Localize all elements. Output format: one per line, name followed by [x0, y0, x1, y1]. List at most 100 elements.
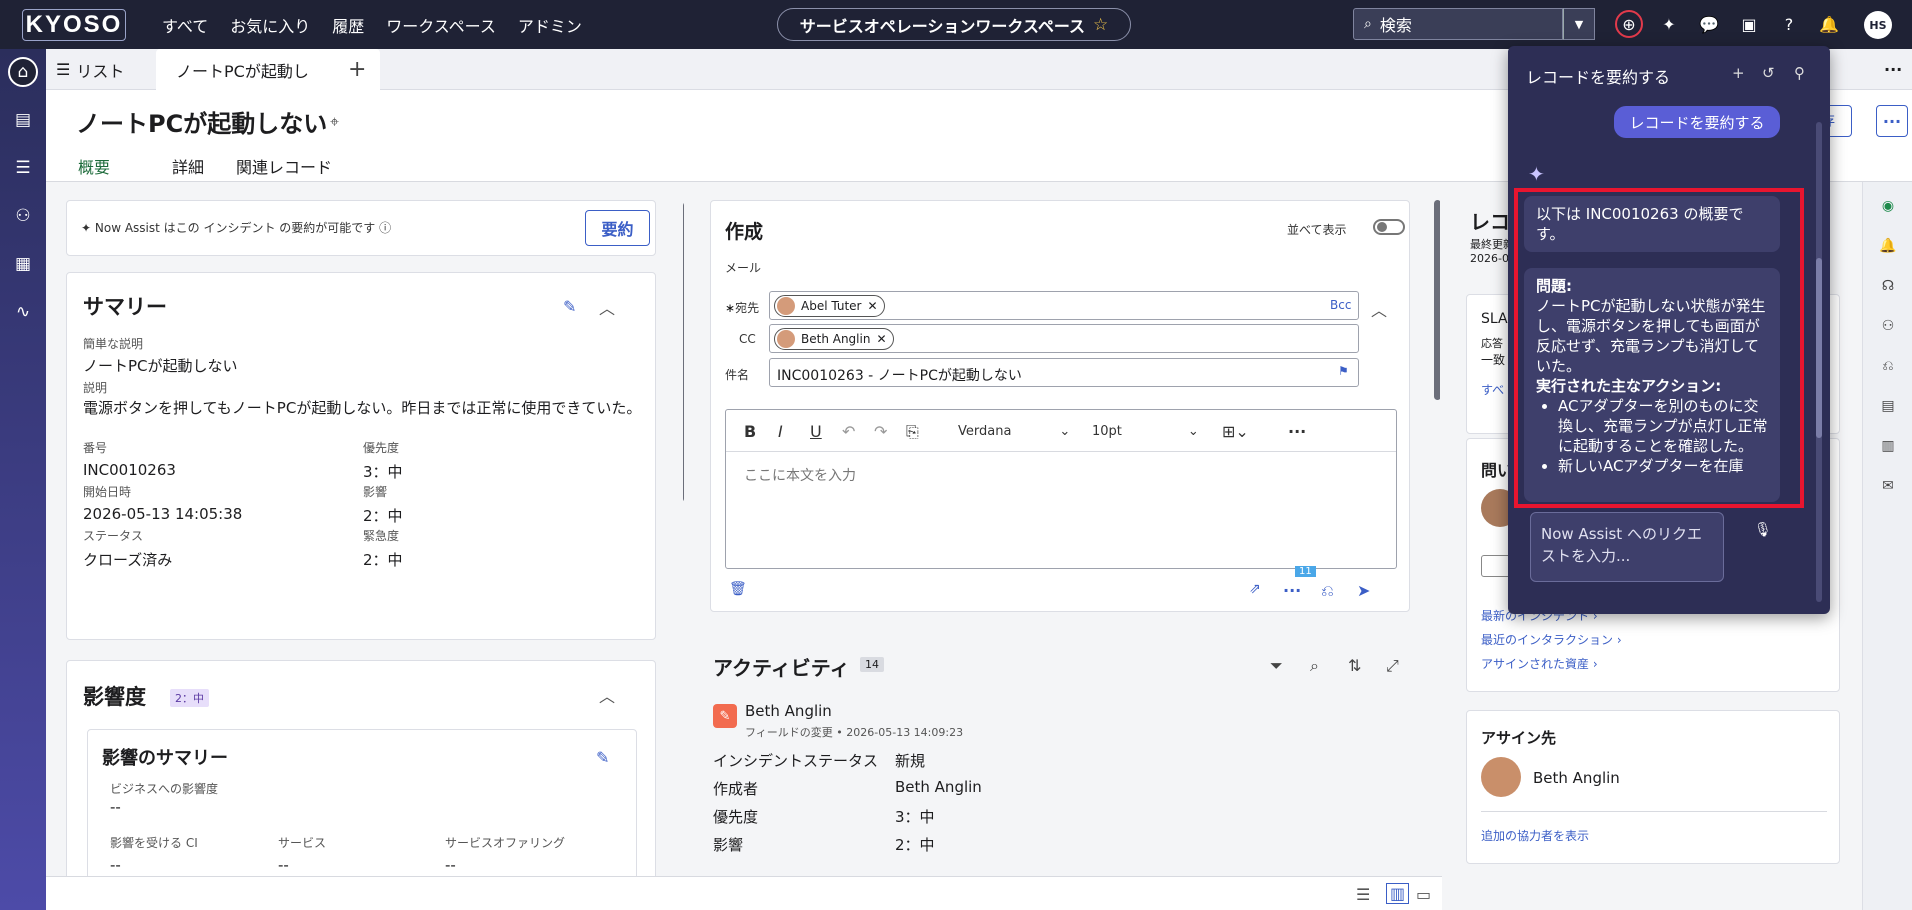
sort-icon[interactable]: ⇅ [1348, 656, 1361, 675]
info-icon[interactable]: ⓘ [379, 221, 391, 235]
panel-scrollbar-thumb[interactable] [1816, 258, 1822, 438]
count-badge: 11 [1295, 566, 1316, 577]
to-chip[interactable]: Abel Tuter ✕ [774, 295, 885, 317]
document-icon[interactable]: ▤ [1878, 396, 1898, 416]
tab-list[interactable]: ☰ リスト [56, 49, 124, 90]
filter-icon[interactable]: ⏷ [1270, 656, 1283, 676]
search-dropdown-button[interactable]: ▼ [1563, 8, 1595, 40]
bold-icon[interactable]: B [744, 422, 756, 441]
tab-related-records[interactable]: 関連レコード [236, 154, 332, 178]
layout-full-icon[interactable]: ▭ [1416, 885, 1431, 904]
left-scrollbar[interactable] [683, 202, 684, 502]
subject-field[interactable]: INC0010263 - ノートPCが起動しない ⚑ [769, 358, 1359, 387]
send-icon[interactable]: ➤ [1357, 581, 1370, 600]
nav-favorites[interactable]: お気に入り [230, 13, 310, 37]
close-icon[interactable]: ✕ [868, 299, 878, 313]
table-icon[interactable]: ⊞⌄ [1222, 422, 1249, 441]
bell-icon[interactable]: 🔔 [1878, 236, 1898, 256]
microphone-icon[interactable]: 🎙 [1754, 522, 1772, 538]
body-placeholder: ここに本文を入力 [744, 468, 856, 484]
search-input[interactable]: ⌕ 検索 [1353, 8, 1563, 40]
help-icon[interactable]: ? [1775, 10, 1803, 38]
collapse-icon[interactable]: ︿ [1371, 297, 1387, 321]
tag-icon[interactable]: ⌖ [330, 112, 339, 132]
italic-icon[interactable]: I [778, 422, 783, 441]
email-editor[interactable]: B I U ↶ ↷ ⎘ Verdana ⌄ 10pt ⌄ ⊞⌄ ··· ここに本文を… [725, 409, 1397, 569]
side-by-side-toggle[interactable] [1373, 219, 1405, 235]
screen-icon[interactable]: ▣ [1735, 10, 1763, 38]
new-chat-icon[interactable]: + [1732, 64, 1745, 82]
collapse-icon[interactable]: ︿ [599, 295, 615, 319]
close-icon[interactable]: ✕ [876, 332, 886, 346]
edit-icon[interactable]: ✎ [596, 748, 609, 767]
avatar [1481, 757, 1521, 797]
flag-icon[interactable]: ⚑ [1338, 364, 1349, 378]
tab-overflow-icon[interactable]: ··· [1884, 49, 1902, 90]
star-icon[interactable]: ☆ [1093, 15, 1108, 35]
edit-icon[interactable]: ✎ [563, 297, 576, 316]
nav-history[interactable]: 履歴 [332, 13, 364, 37]
chat-icon[interactable]: 💬 [1695, 10, 1723, 38]
layout-list-icon[interactable]: ☰ [1356, 885, 1370, 904]
more-icon[interactable]: ··· [1288, 422, 1306, 441]
attach-icon[interactable]: ⎌ [1321, 581, 1334, 601]
see-all-link[interactable]: すべ [1481, 381, 1504, 398]
underline-icon[interactable]: U [810, 422, 822, 441]
calendar-icon[interactable]: ▦ [8, 249, 38, 279]
layout-split-icon[interactable]: ▥ [1386, 883, 1410, 904]
workspace-button[interactable]: サービスオペレーションワークスペース ☆ [777, 8, 1131, 41]
redo-icon[interactable]: ↷ [874, 422, 887, 441]
font-select[interactable]: Verdana ⌄ [958, 424, 1070, 439]
now-assist-icon[interactable]: ✦ [1655, 10, 1683, 38]
avatar [777, 297, 795, 315]
mail-icon[interactable]: ✉ [1878, 476, 1898, 496]
chevron-down-icon: ⌄ [1187, 424, 1199, 439]
attach-icon[interactable]: ⎌ [1878, 356, 1898, 376]
recent-interactions-link[interactable]: 最近のインタラクション › [1481, 631, 1622, 648]
follow-button[interactable] [1481, 555, 1511, 577]
more-icon[interactable]: ··· [1283, 581, 1301, 600]
size-select[interactable]: 10pt ⌄ [1092, 424, 1199, 439]
more-actions-button[interactable]: ··· [1876, 105, 1908, 137]
tab-record[interactable]: ノートPCが起動し [156, 49, 380, 90]
search-icon[interactable]: ⌕ [1310, 656, 1319, 676]
logo[interactable]: KYOSO [22, 8, 126, 41]
team-icon[interactable]: ⚇ [1878, 316, 1898, 336]
notes-icon[interactable]: ▥ [1878, 436, 1898, 456]
to-label: ∗宛先 [725, 301, 760, 315]
expand-icon[interactable]: ⤢ [1386, 656, 1399, 676]
undo-icon[interactable]: ↶ [842, 422, 855, 441]
nav-all[interactable]: すべて [162, 13, 208, 37]
add-tab-button[interactable]: + [348, 49, 366, 90]
format-painter-icon[interactable]: ⎘ [906, 422, 919, 442]
nav-admin[interactable]: アドミン [518, 13, 582, 37]
home-icon[interactable]: ⌂ [8, 57, 38, 87]
bcc-link[interactable]: Bcc [1330, 298, 1351, 312]
now-assist-hint: ✦ Now Assist はこの インシデント の要約が可能です ⓘ [81, 219, 391, 236]
assigned-assets-link[interactable]: アサインされた資産 › [1481, 655, 1598, 672]
list-icon[interactable]: ☰ [8, 153, 38, 183]
globe-icon[interactable]: ⊕ [1615, 10, 1643, 38]
now-assist-input[interactable]: Now Assist へのリクエストを入力... [1530, 512, 1724, 582]
history-icon[interactable]: ↺ [1762, 64, 1775, 82]
to-field[interactable]: Abel Tuter ✕ Bcc [769, 291, 1359, 320]
collaborators-link[interactable]: 追加の協力者を表示 [1481, 827, 1589, 844]
assignee-name[interactable]: Beth Anglin [1533, 769, 1620, 787]
headset-icon[interactable]: ☊ [1878, 276, 1898, 296]
open-external-icon[interactable]: ⇗ [1249, 581, 1261, 597]
bell-icon[interactable]: 🔔 [1815, 10, 1843, 38]
activity-pulse-icon[interactable]: ◉ [1878, 196, 1898, 216]
cc-chip[interactable]: Beth Anglin ✕ [774, 328, 894, 350]
inbox-icon[interactable]: ▤ [8, 105, 38, 135]
collapse-icon[interactable]: ︿ [599, 683, 615, 707]
trash-icon[interactable]: 🗑 [729, 581, 747, 597]
tab-details[interactable]: 詳細 [172, 154, 204, 178]
cc-field[interactable]: Beth Anglin ✕ [769, 324, 1359, 353]
pulse-icon[interactable]: ∿ [8, 297, 38, 327]
groups-icon[interactable]: ⚇ [8, 201, 38, 231]
pin-icon[interactable]: ⚲ [1794, 64, 1805, 82]
summarize-button[interactable]: 要約 [585, 210, 650, 246]
editor-toolbar: B I U ↶ ↷ ⎘ Verdana ⌄ 10pt ⌄ ⊞⌄ ··· [726, 410, 1396, 452]
nav-workspace[interactable]: ワークスペース [386, 13, 496, 37]
avatar[interactable]: HS [1864, 11, 1892, 39]
